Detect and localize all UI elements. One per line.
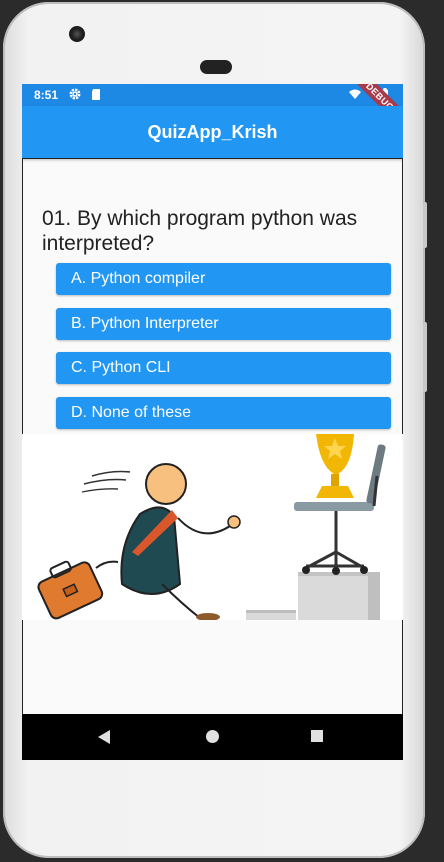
app-title: QuizApp_Krish	[147, 122, 278, 142]
status-time: 8:51	[34, 88, 59, 102]
climbing-to-trophy-illustration	[22, 434, 403, 621]
sd-card-icon	[92, 89, 100, 100]
option-c-button[interactable]: C. Python CLI	[56, 352, 391, 384]
status-bar: 8:51 DEBUG	[22, 84, 403, 134]
back-icon[interactable]	[98, 730, 110, 744]
screen: 8:51 DEBUG QuizApp_Krish 01. By which pr…	[22, 84, 403, 760]
option-b-button[interactable]: B. Python Interpreter	[56, 308, 391, 340]
wifi-icon	[349, 89, 361, 99]
app-bar: QuizApp_Krish	[22, 106, 403, 158]
option-a-button[interactable]: A. Python compiler	[56, 263, 391, 295]
question-text: 01. By which program python was interpre…	[42, 207, 358, 255]
navigation-bar	[22, 714, 403, 760]
recent-apps-icon[interactable]	[311, 730, 323, 742]
front-camera	[69, 26, 85, 42]
gear-icon	[69, 88, 81, 100]
earpiece-speaker	[200, 60, 232, 74]
home-icon[interactable]	[206, 730, 219, 743]
power-button	[423, 322, 427, 392]
volume-button	[423, 202, 427, 248]
option-d-button[interactable]: D. None of these	[56, 397, 391, 429]
